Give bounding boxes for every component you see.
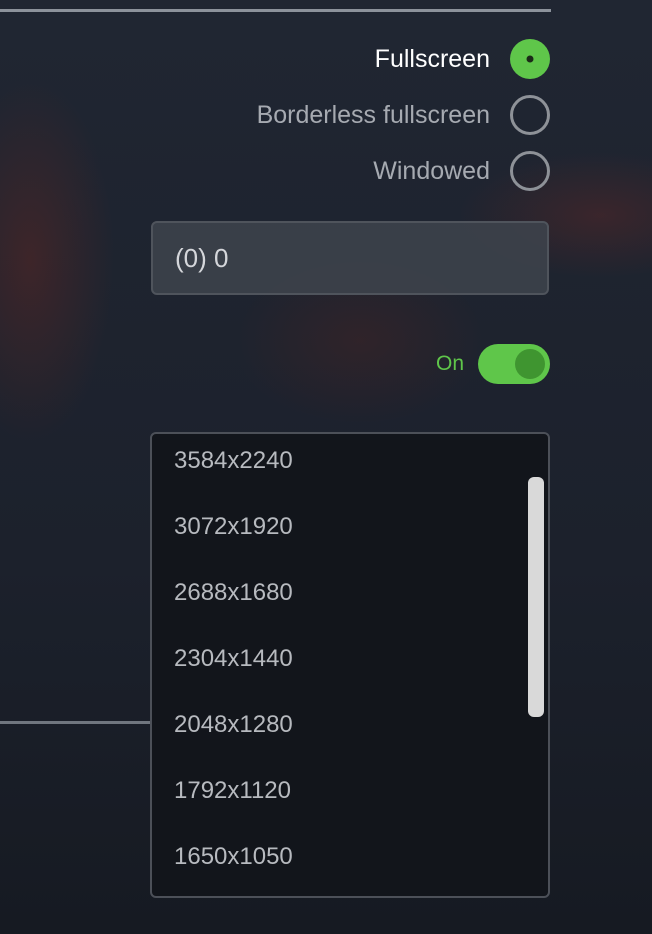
resolution-dropdown-list[interactable]: 3584x2240 3072x1920 2688x1680 2304x1440 … [150, 432, 550, 898]
resolution-option[interactable]: 2048x1280 [152, 692, 548, 758]
resolution-option[interactable]: 2688x1680 [152, 560, 548, 626]
resolution-option[interactable]: 3584x2240 [152, 434, 548, 494]
radio-unselected-icon[interactable] [510, 95, 550, 135]
radio-unselected-icon[interactable] [510, 151, 550, 191]
radio-selected-icon[interactable] [510, 39, 550, 79]
monitor-select[interactable]: (0) 0 [151, 221, 549, 295]
mid-divider [0, 721, 152, 724]
resolution-option[interactable]: 2304x1440 [152, 626, 548, 692]
radio-fullscreen[interactable]: Fullscreen [375, 39, 550, 79]
top-divider [0, 9, 551, 12]
toggle-switch[interactable] [478, 344, 550, 384]
radio-label-fullscreen: Fullscreen [374, 44, 490, 73]
toggle-knob[interactable] [515, 349, 545, 379]
resolution-options: 3584x2240 3072x1920 2688x1680 2304x1440 … [152, 434, 548, 890]
dropdown-scrollbar-thumb[interactable] [528, 477, 544, 717]
resolution-option[interactable]: 1792x1120 [152, 758, 548, 824]
resolution-option[interactable]: 3072x1920 [152, 494, 548, 560]
radio-borderless-fullscreen[interactable]: Borderless fullscreen [257, 95, 550, 135]
setting-toggle[interactable]: On [436, 344, 550, 384]
radio-label-windowed: Windowed [373, 156, 490, 185]
toggle-state-label: On [435, 352, 464, 375]
radio-label-borderless: Borderless fullscreen [256, 100, 490, 129]
radio-windowed[interactable]: Windowed [373, 151, 550, 191]
monitor-value: (0) 0 [175, 242, 229, 273]
resolution-option[interactable]: 1650x1050 [152, 824, 548, 890]
